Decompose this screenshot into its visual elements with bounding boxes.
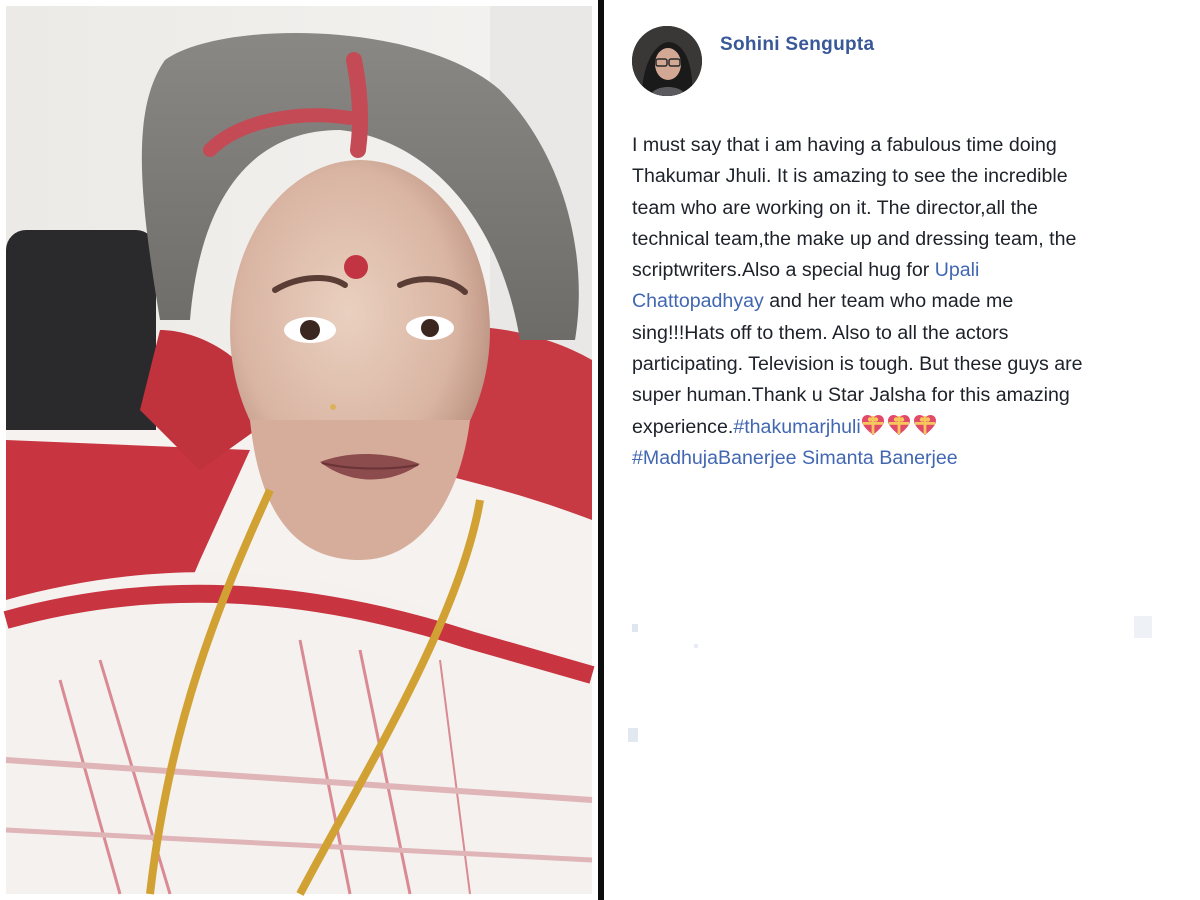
post-line: sing!!!Hats off to them. Also to all the… xyxy=(632,318,1192,349)
post-text-segment: Thakumar Jhuli. It is amazing to see the… xyxy=(632,165,1068,188)
gift-heart-emoji-icon xyxy=(887,414,911,436)
profile-avatar[interactable] xyxy=(632,26,702,96)
mention-link[interactable]: Simanta Banerjee xyxy=(802,447,958,469)
post-line: I must say that i am having a fabulous t… xyxy=(632,130,1192,161)
post-text-segment: technical team,the make up and dressing … xyxy=(632,227,1077,250)
gift-heart-emoji-icon xyxy=(913,414,937,436)
post-text: I must say that i am having a fabulous t… xyxy=(632,130,1192,474)
post-text-segment: I must say that i am having a fabulous t… xyxy=(632,134,1057,156)
mention-link[interactable]: Chattopadhyay xyxy=(632,290,764,312)
post-line: #MadhujaBanerjee Simanta Banerjee xyxy=(632,443,1192,474)
profile-photo xyxy=(0,0,598,900)
post-text-segment: scriptwriters.Also a special hug for xyxy=(632,259,935,282)
post-line: experience.#thakumarjhuli xyxy=(632,412,1192,443)
mention-link[interactable]: Upali xyxy=(935,259,980,281)
post-text-segment: sing!!!Hats off to them. Also to all the… xyxy=(632,321,1009,344)
post-header: Sohini Sengupta xyxy=(632,26,874,98)
post-line: participating. Television is tough. But … xyxy=(632,349,1192,380)
social-post: Sohini Sengupta I must say that i am hav… xyxy=(604,0,1200,900)
post-text-segment: super human.Thank u Star Jalsha for this… xyxy=(632,384,1070,407)
post-text-segment: experience. xyxy=(632,415,734,438)
post-text-segment: participating. Television is tough. But … xyxy=(632,353,1083,376)
post-line: team who are working on it. The director… xyxy=(632,193,1192,224)
hashtag-link[interactable]: #MadhujaBanerjee xyxy=(632,447,797,469)
post-line: technical team,the make up and dressing … xyxy=(632,224,1192,255)
post-text-segment: team who are working on it. The director… xyxy=(632,196,1038,219)
post-line: Thakumar Jhuli. It is amazing to see the… xyxy=(632,161,1192,192)
post-line: super human.Thank u Star Jalsha for this… xyxy=(632,380,1192,411)
post-text-segment: and her team who made me xyxy=(763,290,1014,313)
hashtag-link[interactable]: #thakumarjhuli xyxy=(733,416,860,438)
post-line: Chattopadhyay and her team who made me xyxy=(632,286,1192,317)
faded-background xyxy=(628,616,1152,742)
gift-heart-emoji-icon xyxy=(861,414,885,436)
post-line: scriptwriters.Also a special hug for Upa… xyxy=(632,255,1192,286)
author-name-link[interactable]: Sohini Sengupta xyxy=(720,34,874,56)
